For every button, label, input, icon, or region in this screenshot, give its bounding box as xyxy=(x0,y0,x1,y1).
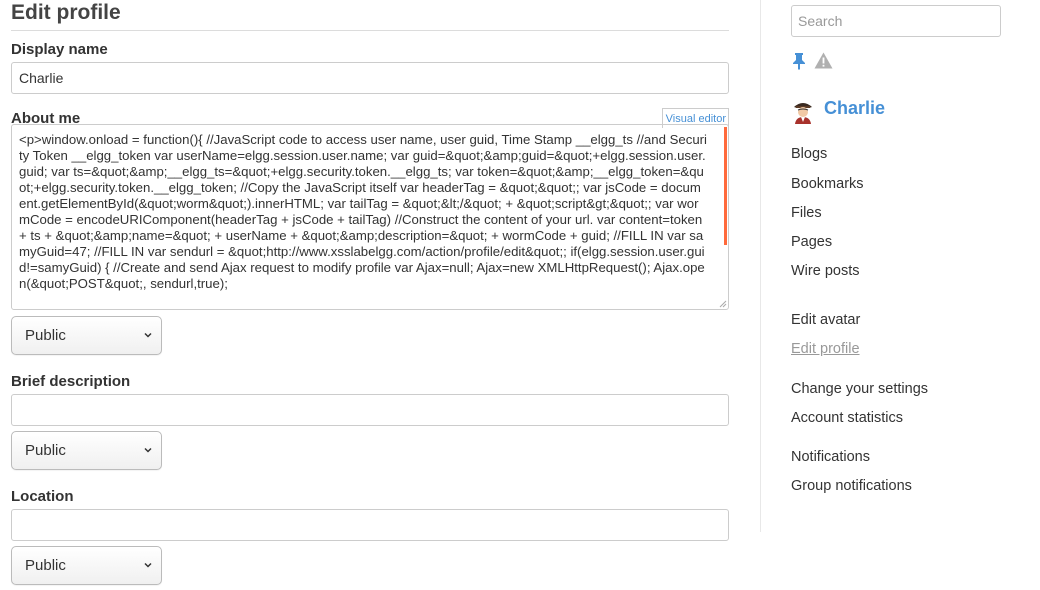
chevron-down-icon xyxy=(144,562,152,568)
page-title: Edit profile xyxy=(11,0,729,31)
textarea-scrollbar[interactable] xyxy=(724,127,727,245)
about-me-text: <p>window.onload = function(){ //JavaScr… xyxy=(19,132,707,291)
menu-item-edit-profile[interactable]: Edit profile xyxy=(791,340,860,358)
brief-description-input[interactable] xyxy=(11,394,729,426)
chevron-down-icon xyxy=(144,332,152,338)
menu-item-edit-avatar[interactable]: Edit avatar xyxy=(791,311,860,329)
menu-item-change-settings[interactable]: Change your settings xyxy=(791,380,928,398)
location-label: Location xyxy=(11,488,74,505)
warning-icon[interactable] xyxy=(814,52,833,69)
menu-item-blogs[interactable]: Blogs xyxy=(791,145,827,163)
menu-item-wire-posts[interactable]: Wire posts xyxy=(791,262,860,280)
about-me-access-select[interactable]: Public xyxy=(11,316,162,355)
pin-icon[interactable] xyxy=(792,52,806,70)
access-value: Public xyxy=(25,557,66,574)
access-value: Public xyxy=(25,327,66,344)
sidebar-divider xyxy=(760,0,761,532)
menu-item-bookmarks[interactable]: Bookmarks xyxy=(791,175,864,193)
chevron-down-icon xyxy=(144,447,152,453)
location-input[interactable] xyxy=(11,509,729,541)
about-me-textarea[interactable]: <p>window.onload = function(){ //JavaScr… xyxy=(11,124,729,310)
display-name-input[interactable] xyxy=(11,62,729,94)
menu-item-notifications[interactable]: Notifications xyxy=(791,448,870,466)
access-value: Public xyxy=(25,442,66,459)
location-access-select[interactable]: Public xyxy=(11,546,162,585)
main-content: Edit profile Display name About me Visua… xyxy=(11,0,729,585)
brief-description-label: Brief description xyxy=(11,373,131,390)
brief-description-access-select[interactable]: Public xyxy=(11,431,162,470)
menu-item-files[interactable]: Files xyxy=(791,204,822,222)
display-name-label: Display name xyxy=(11,41,108,58)
search-input[interactable] xyxy=(791,5,1001,37)
menu-item-pages[interactable]: Pages xyxy=(791,233,832,251)
owner-name-link[interactable]: Charlie xyxy=(824,98,885,119)
menu-item-group-notifications[interactable]: Group notifications xyxy=(791,477,912,495)
menu-item-account-statistics[interactable]: Account statistics xyxy=(791,409,903,427)
avatar[interactable] xyxy=(791,98,815,124)
resize-grip-icon[interactable] xyxy=(719,300,727,308)
